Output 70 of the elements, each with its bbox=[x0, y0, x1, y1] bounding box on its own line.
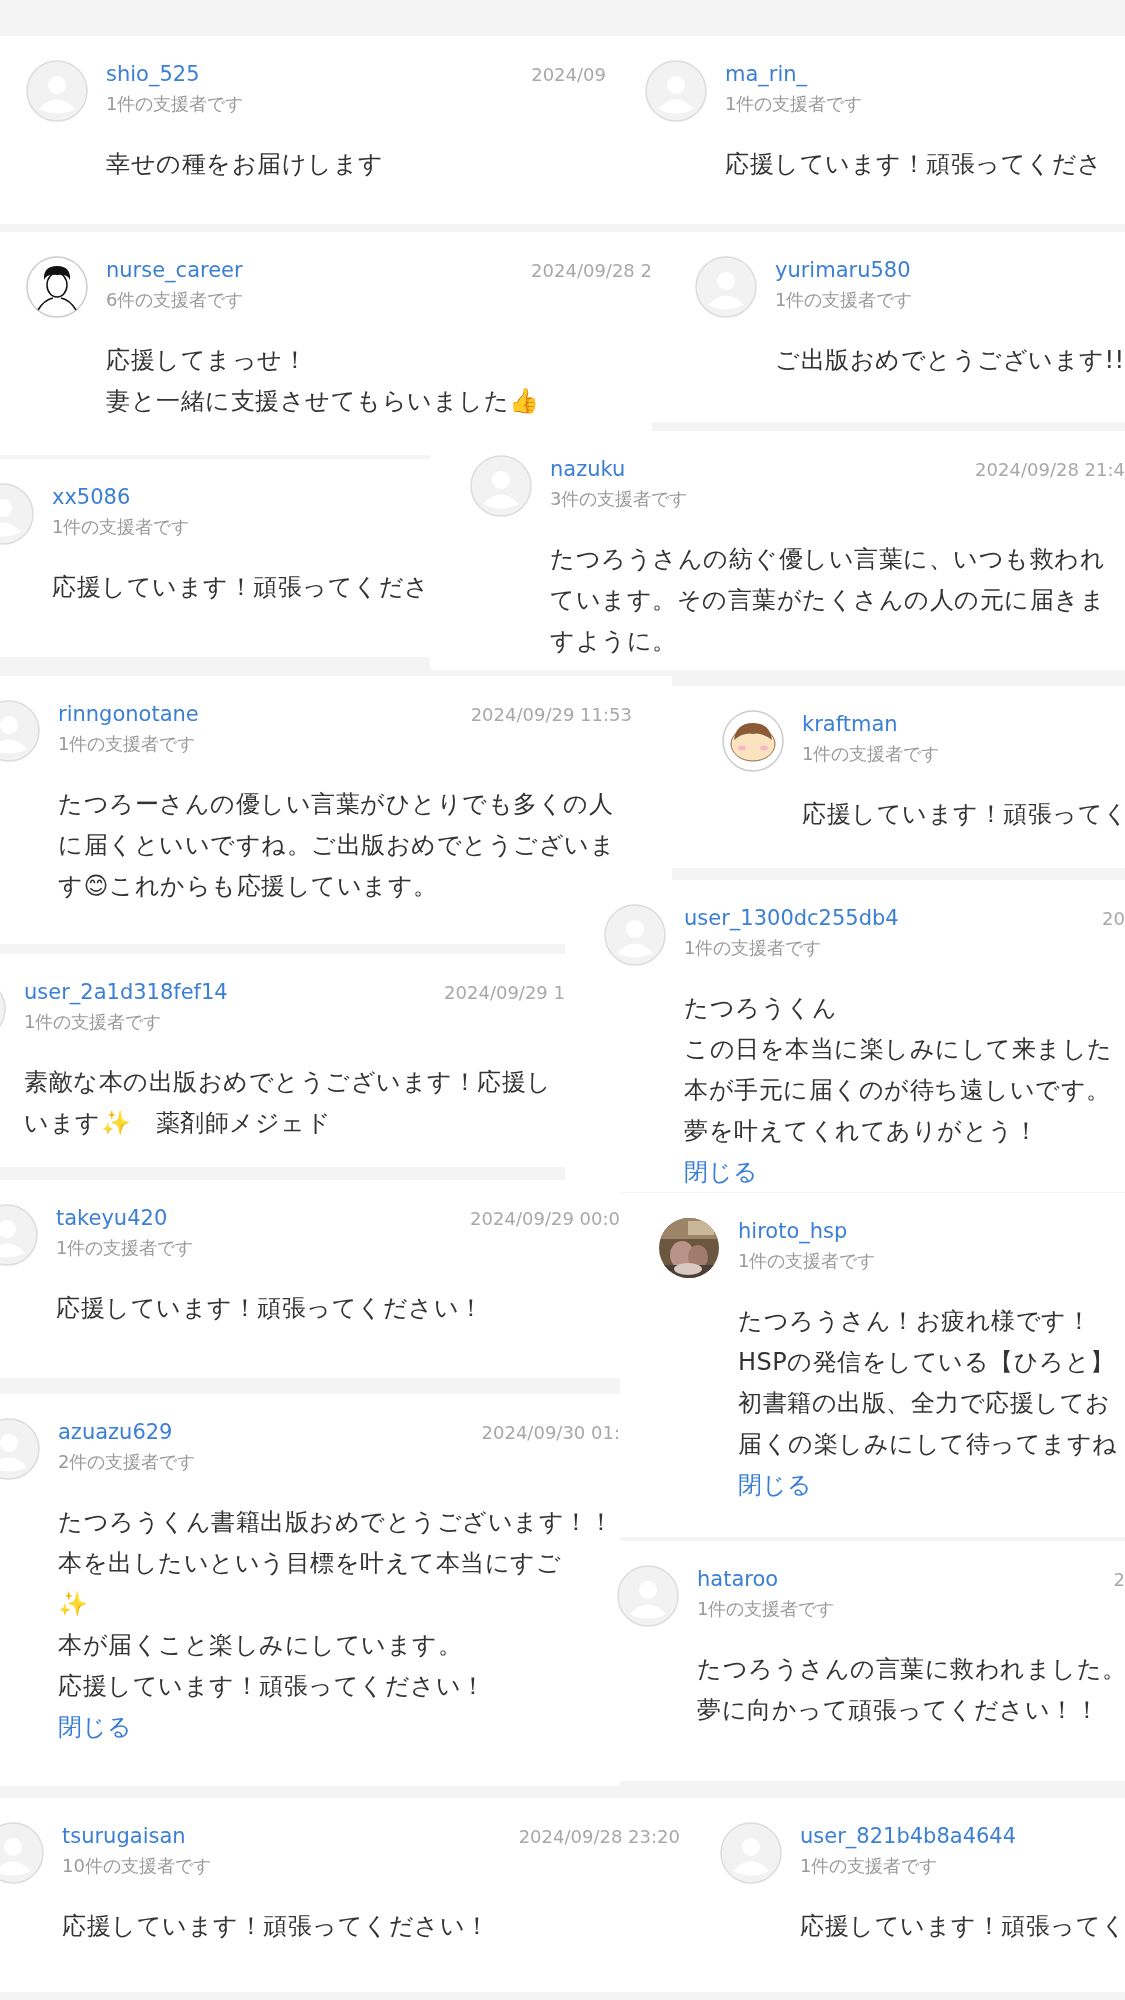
comment-text: 応援しています！頑張ってく bbox=[802, 799, 1125, 830]
supporter-count: 1件の支援者です bbox=[775, 288, 913, 312]
username-link[interactable]: takeyu420 bbox=[56, 1206, 194, 1230]
comment-text: 応援しています！頑張ってくださ bbox=[725, 149, 1104, 180]
comment-date: 2024/09/28 2 bbox=[531, 259, 652, 281]
username-link[interactable]: ma_rin_ bbox=[725, 62, 863, 86]
username-link[interactable]: user_1300dc255db4 bbox=[684, 906, 899, 930]
username-link[interactable]: shio_525 bbox=[106, 62, 244, 86]
supporter-count: 1件の支援者です bbox=[106, 92, 244, 116]
supporter-count: 1件の支援者です bbox=[725, 92, 863, 116]
supporter-count: 2件の支援者です bbox=[58, 1450, 196, 1474]
comment-text: たつろうくん書籍出版おめでとうございます！！ 本を出したいという目標を叶えて本当にすご ✨ 本が届くこと楽しみにしています。 応援しています！頑張ってください！ bbox=[58, 1507, 614, 1702]
comment-text: ご出版おめでとうございます!! bbox=[775, 345, 1125, 376]
comment-date: 2024/09/28 21:4 bbox=[975, 458, 1125, 480]
username-link[interactable]: nazuku bbox=[550, 457, 688, 481]
comment-date: 2024/09/29 00:0 bbox=[470, 1207, 620, 1229]
username-link[interactable]: xx5086 bbox=[52, 485, 190, 509]
avatar-icon bbox=[695, 256, 757, 318]
close-link[interactable]: 閉じる bbox=[58, 1707, 132, 1747]
supporter-count: 1件の支援者です bbox=[684, 936, 823, 960]
close-link[interactable]: 閉じる bbox=[684, 1152, 758, 1192]
comment-text: たつろうくん この日を本当に楽しみにして来ました 本が手元に届くのが待ち遠しいです。 夢を叶えてくれてありがとう！ bbox=[684, 993, 1114, 1147]
supporter-count: 10件の支援者です bbox=[62, 1854, 211, 1878]
username-link[interactable]: hiroto_hsp bbox=[738, 1219, 876, 1243]
username-link[interactable]: yurimaru580 bbox=[775, 258, 913, 282]
username-link[interactable]: nurse_career bbox=[106, 258, 244, 282]
supporter-count: 1件の支援者です bbox=[56, 1236, 194, 1260]
comment-text: 幸せの種をお届けします bbox=[106, 149, 385, 180]
comment-text: 応援しています！頑張ってください！ bbox=[56, 1293, 485, 1324]
comment-text: 応援しています！頑張ってく bbox=[800, 1911, 1125, 1942]
supporter-count: 1件の支援者です bbox=[58, 732, 197, 756]
comment-text: たつろうさん！お疲れ様です！ HSPの発信をしている【ひろと】 初書籍の出版、全力で応援してお 届くの楽しみにして待ってますね bbox=[738, 1306, 1119, 1460]
comment-date: 2024/09/28 23:20 bbox=[518, 1825, 680, 1847]
close-link[interactable]: 閉じる bbox=[738, 1465, 812, 1505]
username-link[interactable]: tsurugaisan bbox=[62, 1824, 211, 1848]
comment-text: たつろうさんの言葉に救われました。 夢に向かって頑張ってください！！ bbox=[697, 1654, 1125, 1726]
avatar-icon bbox=[645, 60, 707, 122]
supporter-count: 3件の支援者です bbox=[550, 487, 688, 511]
supporter-count: 1件の支援者です bbox=[24, 1010, 163, 1034]
comment-date: 2 bbox=[1113, 1568, 1125, 1590]
person-avatar-icon bbox=[26, 256, 88, 318]
comment-text: 応援しています！頑張ってください！ bbox=[62, 1911, 491, 1942]
comment-text: たつろうさんの紡ぐ優しい言葉に、いつも救われ ています。その言葉がたくさんの人の元に届きま すように。 bbox=[550, 544, 1106, 657]
avatar-icon bbox=[604, 904, 666, 966]
avatar-icon bbox=[617, 1565, 679, 1627]
username-link[interactable]: hataroo bbox=[697, 1567, 835, 1591]
username-link[interactable]: azuazu629 bbox=[58, 1420, 196, 1444]
username-link[interactable]: rinngonotane bbox=[58, 702, 199, 726]
supporter-count: 6件の支援者です bbox=[106, 288, 244, 312]
username-link[interactable]: user_821b4b8a4644 bbox=[800, 1824, 1017, 1848]
supporter-count: 1件の支援者です bbox=[697, 1597, 835, 1621]
comment-date: 2024/09 bbox=[531, 63, 606, 85]
supporter-count: 1件の支援者です bbox=[738, 1249, 876, 1273]
comment-date: 2024/09/29 1 bbox=[444, 981, 565, 1003]
bun-avatar-icon bbox=[722, 710, 784, 772]
comment-text: たつろーさんの優しい言葉がひとりでも多くの人 に届くといいですね。ご出版おめでとうございま す😊これからも応援しています。 bbox=[58, 789, 616, 902]
avatar-icon bbox=[720, 1822, 782, 1884]
supporter-count: 1件の支援者です bbox=[800, 1854, 939, 1878]
avatar-icon bbox=[26, 60, 88, 122]
comment-date: 2024/09/30 01: bbox=[481, 1421, 620, 1443]
comment-date: 20 bbox=[1102, 907, 1125, 929]
comment-text: 素敵な本の出版おめでとうございます！応援し います✨ 薬剤師メジェド bbox=[24, 1067, 553, 1139]
comment-text: 応援してまっせ！ 妻と一緒に支援させてもらいました👍 bbox=[106, 345, 541, 417]
username-link[interactable]: user_2a1d318fef14 bbox=[24, 980, 228, 1004]
username-link[interactable]: kraftman bbox=[802, 712, 940, 736]
supporter-count: 1件の支援者です bbox=[802, 742, 940, 766]
avatar-icon bbox=[470, 455, 532, 517]
comment-text: 応援しています！頑張ってくださ bbox=[52, 572, 430, 603]
comment-date: 2024/09/29 11:53 bbox=[470, 703, 632, 725]
supporter-count: 1件の支援者です bbox=[52, 515, 190, 539]
